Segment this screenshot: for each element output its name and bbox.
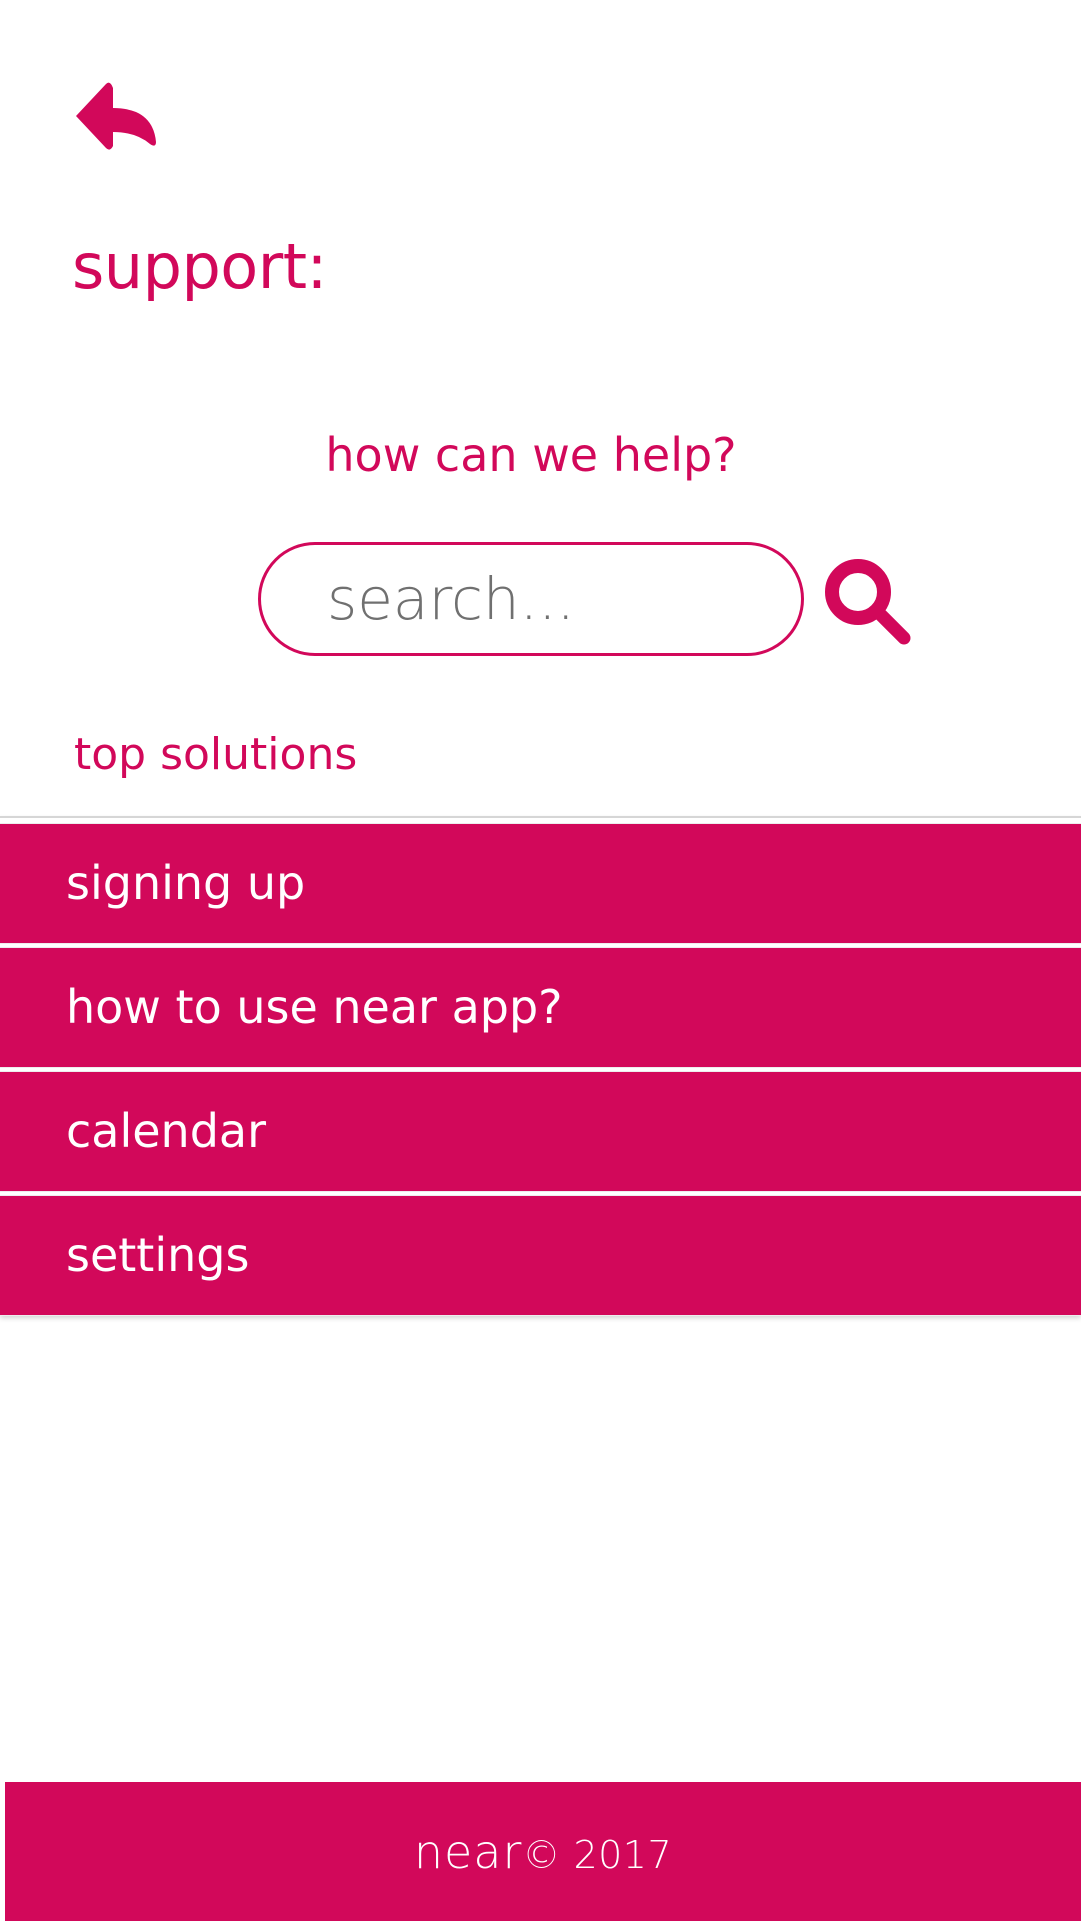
footer-brand: near [413,1824,523,1879]
footer-copyright: © 2017 [522,1832,673,1877]
solution-item-label: how to use near app? [66,980,563,1034]
help-heading: how can we help? [325,428,737,482]
back-button[interactable] [70,80,162,158]
page-title: support: [72,230,327,303]
solution-item-settings[interactable]: settings [0,1196,1081,1315]
back-arrow-icon [70,80,162,158]
solution-item-how-to-use[interactable]: how to use near app? [0,948,1081,1067]
search-icon [822,556,914,648]
footer: near© 2017 [5,1782,1081,1921]
solution-item-calendar[interactable]: calendar [0,1072,1081,1191]
search-input[interactable] [258,542,804,656]
solution-item-label: calendar [66,1104,267,1158]
top-solutions-label: top solutions [74,729,358,780]
solutions-list: signing up how to use near app? calendar… [0,816,1081,1315]
solution-item-label: settings [66,1228,250,1282]
solution-item-label: signing up [66,856,306,910]
footer-text: near© 2017 [414,1825,672,1879]
search-button[interactable] [822,556,914,648]
solution-item-signing-up[interactable]: signing up [0,824,1081,943]
